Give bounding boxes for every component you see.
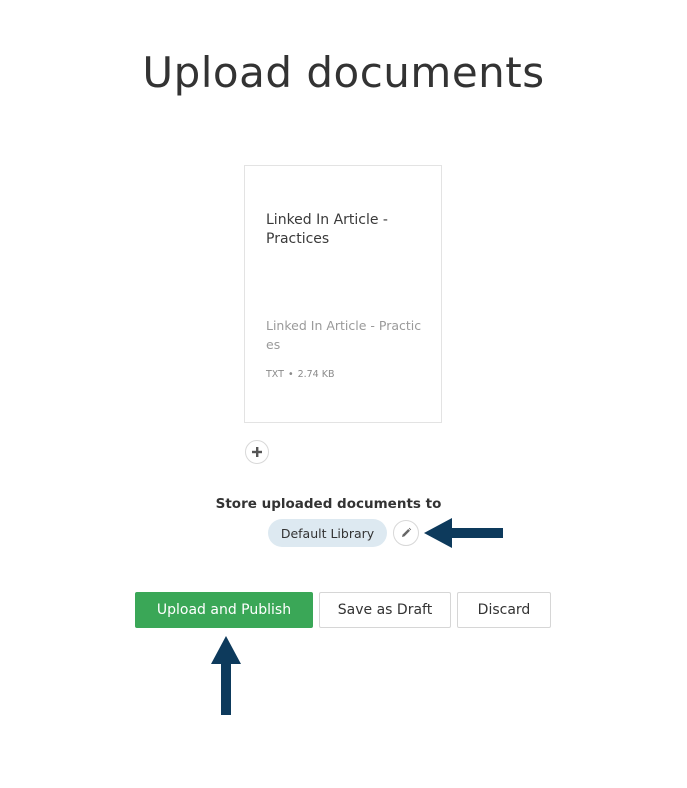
left-arrow-annotation (424, 518, 503, 548)
upload-and-publish-button[interactable]: Upload and Publish (135, 592, 313, 628)
document-title: Linked In Article - Practices (266, 212, 388, 247)
add-document-button[interactable] (245, 440, 269, 464)
page-title: Upload documents (142, 48, 545, 97)
library-selector[interactable]: Default Library (268, 519, 387, 547)
store-documents-label: Store uploaded documents to (215, 496, 442, 512)
pencil-icon (402, 527, 412, 537)
upload-page: Upload documents Linked In Article - Pra… (0, 0, 687, 788)
document-card[interactable]: Linked In Article - Practices Linked In … (244, 165, 442, 423)
document-filename: Linked In Article - Practices (266, 318, 422, 352)
meta-separator: • (287, 369, 294, 380)
document-meta: TXT • 2.74 KB (266, 369, 334, 380)
library-name: Default Library (280, 525, 375, 541)
save-as-draft-button[interactable]: Save as Draft (319, 592, 451, 628)
up-arrow-annotation (211, 636, 241, 715)
plus-icon (252, 447, 262, 457)
document-size: 2.74 KB (297, 369, 335, 380)
document-type: TXT (266, 369, 284, 380)
discard-button[interactable]: Discard (457, 592, 551, 628)
edit-library-button[interactable] (393, 520, 419, 546)
